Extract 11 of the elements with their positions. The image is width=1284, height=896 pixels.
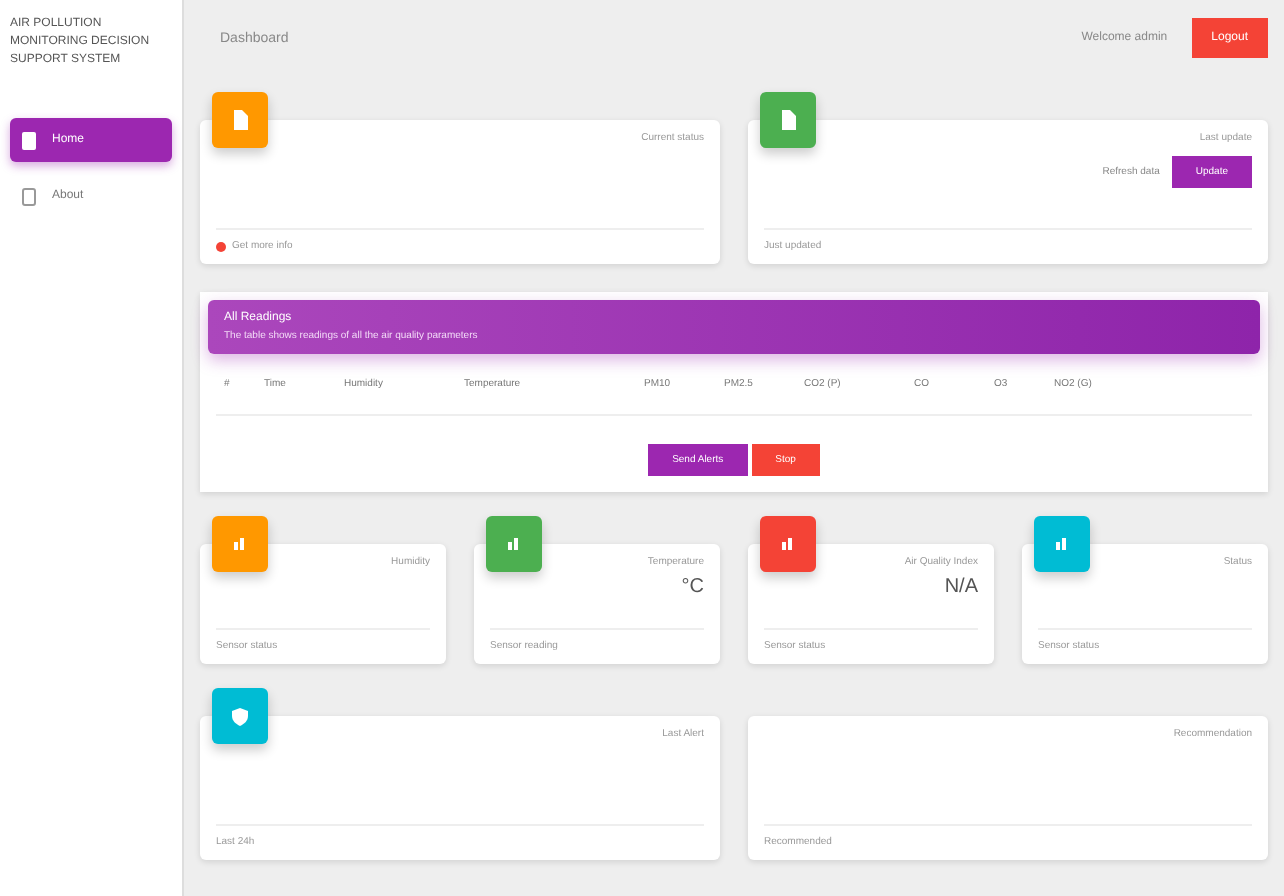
shield-icon <box>232 707 248 725</box>
chart-icon <box>506 536 522 552</box>
chart-icon <box>1054 536 1070 552</box>
document-icon <box>780 110 796 130</box>
document-icon <box>22 131 36 149</box>
phone-icon <box>22 187 36 205</box>
document-icon <box>232 110 248 130</box>
stat-value: °C <box>681 576 704 598</box>
stat-value: N/A <box>944 576 978 598</box>
chart-icon <box>232 536 248 552</box>
chart-icon <box>780 536 796 552</box>
